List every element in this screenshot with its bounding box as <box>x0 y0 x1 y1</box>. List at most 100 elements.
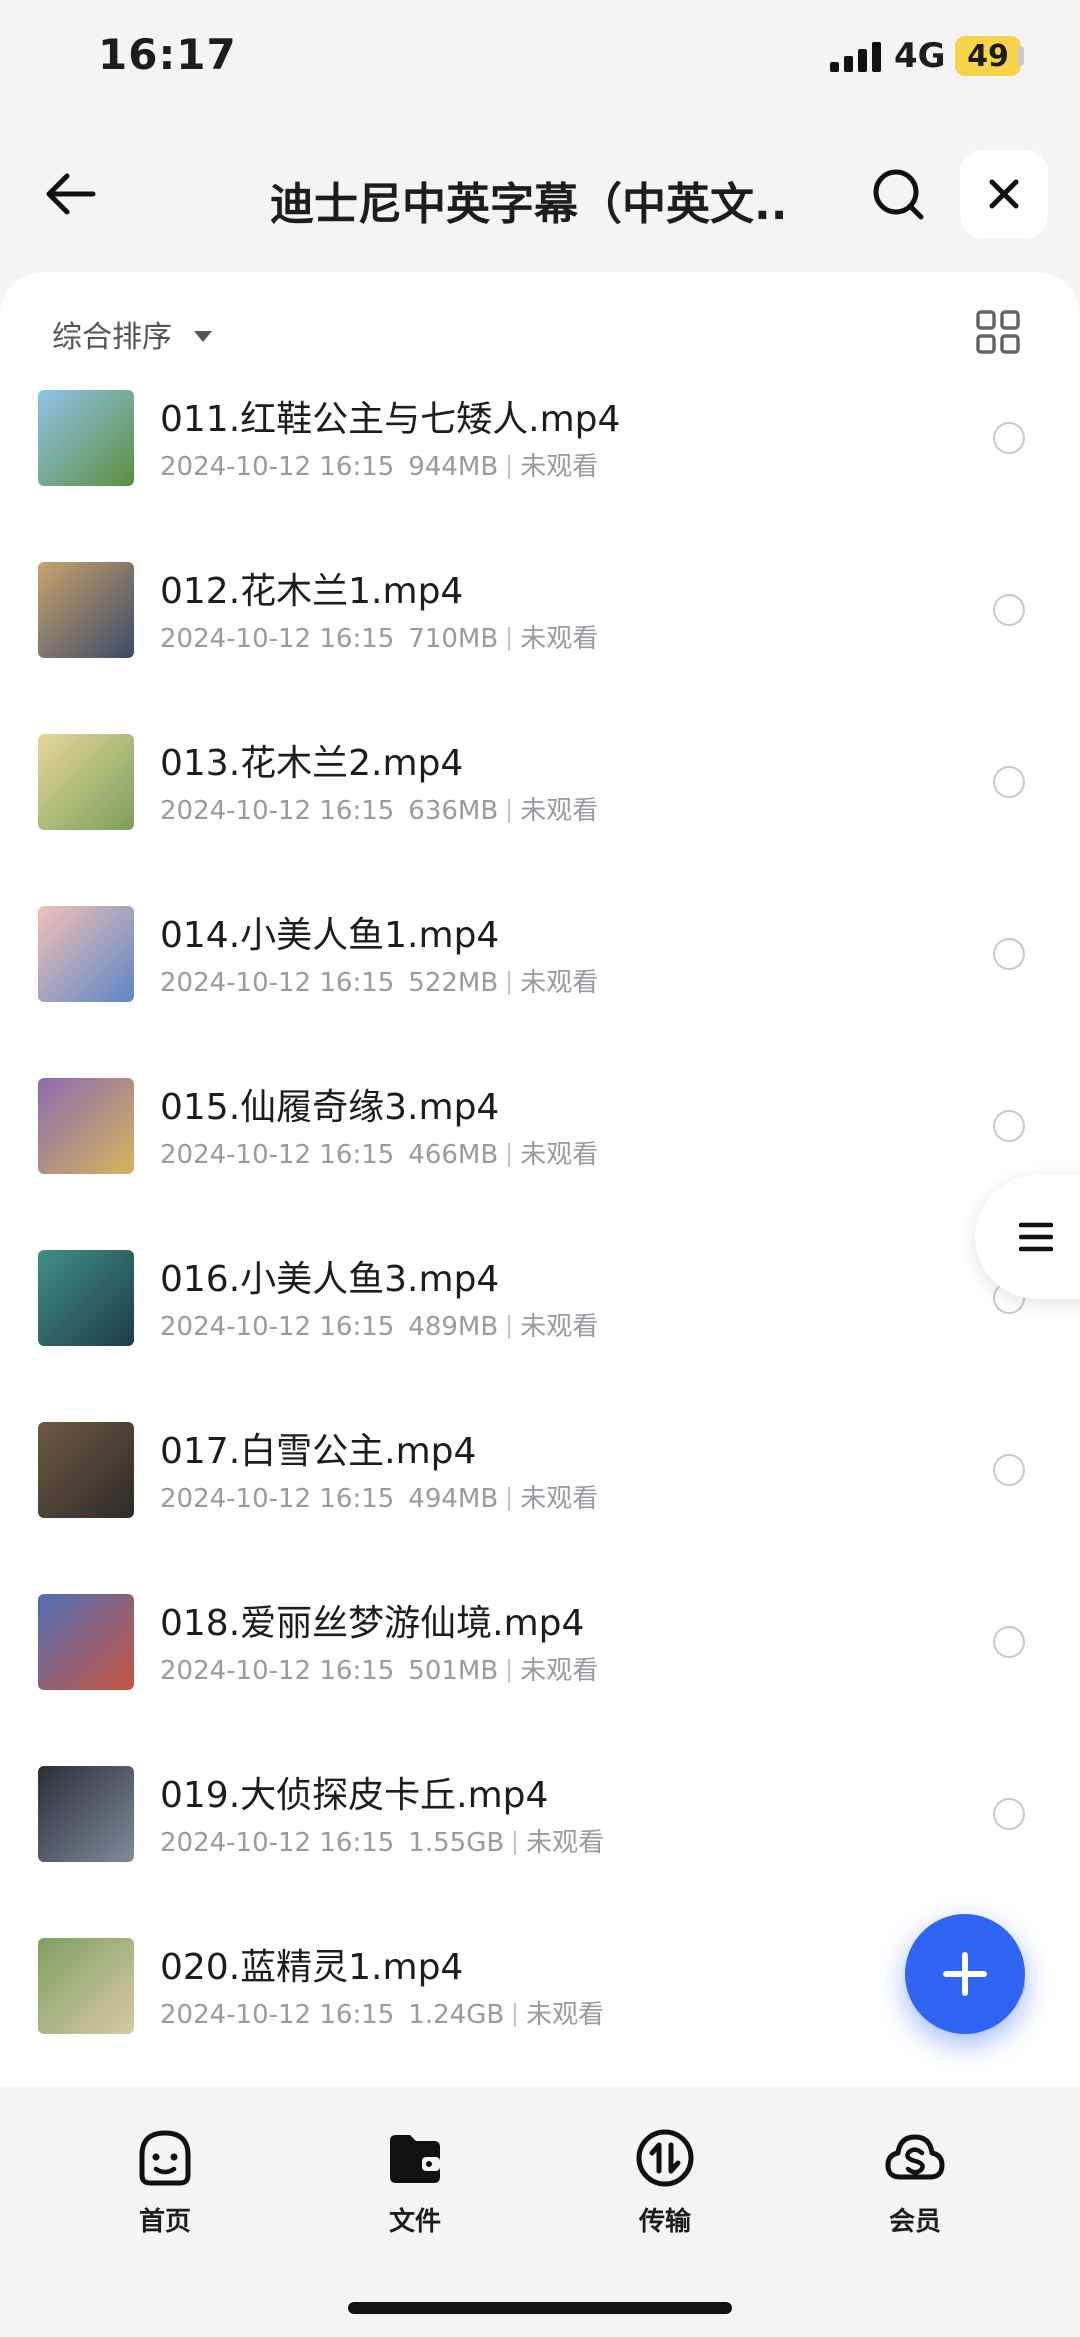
plus-icon <box>943 1952 987 1996</box>
nav-label-home: 首页 <box>138 2207 191 2237</box>
meta-divider <box>508 1487 511 1511</box>
page-title: 迪士尼中英字幕（中英文... <box>270 179 790 230</box>
meta-divider <box>508 799 511 823</box>
video-thumbnail <box>38 390 134 486</box>
file-row[interactable]: 018.爱丽丝梦游仙境.mp4 2024-10-12 16:15 501MB 未观看 <box>0 1594 1080 1766</box>
status-bar: 16:17 4G 49 <box>0 0 1080 120</box>
file-date: 2024-10-12 16:15 <box>160 1484 395 1514</box>
nav-item-home[interactable]: 首页 <box>95 2125 235 2238</box>
file-name: 020.蓝精灵1.mp4 <box>160 1947 464 1988</box>
sort-dropdown[interactable]: 综合排序 <box>52 312 212 356</box>
search-button[interactable] <box>866 162 930 226</box>
file-name: 012.花木兰1.mp4 <box>160 571 464 612</box>
select-radio[interactable] <box>993 594 1025 626</box>
file-date: 2024-10-12 16:15 <box>160 452 395 482</box>
watch-status: 未观看 <box>520 1140 599 1170</box>
file-row[interactable]: 013.花木兰2.mp4 2024-10-12 16:15 636MB 未观看 <box>0 734 1080 906</box>
nav-label-vip: 会员 <box>888 2207 941 2237</box>
file-meta: 2024-10-12 16:15 1.24GB 未观看 <box>160 1994 604 2031</box>
watch-status: 未观看 <box>520 624 599 654</box>
file-size: 944MB <box>408 452 499 482</box>
video-thumbnail <box>38 734 134 830</box>
cloud-vip-icon <box>885 2134 945 2180</box>
video-thumbnail <box>38 1250 134 1346</box>
file-meta: 2024-10-12 16:15 522MB 未观看 <box>160 962 598 999</box>
signal-icon <box>830 42 881 72</box>
file-date: 2024-10-12 16:15 <box>160 624 395 654</box>
file-name: 015.仙履奇缘3.mp4 <box>160 1087 500 1128</box>
close-icon <box>989 179 1019 209</box>
file-panel: 综合排序 011.红鞋公主与七矮人.mp4 2024-10-12 16:15 944… <box>0 272 1080 2087</box>
file-row[interactable]: 012.花木兰1.mp4 2024-10-12 16:15 710MB 未观看 <box>0 562 1080 734</box>
file-name: 014.小美人鱼1.mp4 <box>160 915 500 956</box>
file-size: 501MB <box>408 1656 499 1686</box>
back-button[interactable] <box>38 162 102 226</box>
meta-divider <box>508 971 511 995</box>
file-size: 1.24GB <box>408 2000 505 2030</box>
close-button[interactable] <box>960 150 1048 238</box>
meta-divider <box>514 2003 517 2027</box>
file-row[interactable]: 019.大侦探皮卡丘.mp4 2024-10-12 16:15 1.55GB 未观看 <box>0 1766 1080 1938</box>
watch-status: 未观看 <box>520 796 599 826</box>
meta-divider <box>508 1315 511 1339</box>
add-button[interactable] <box>905 1914 1025 2034</box>
select-radio[interactable] <box>993 1110 1025 1142</box>
file-row[interactable]: 017.白雪公主.mp4 2024-10-12 16:15 494MB 未观看 <box>0 1422 1080 1594</box>
nav-item-files[interactable]: 文件 <box>345 2125 485 2238</box>
file-list: 011.红鞋公主与七矮人.mp4 2024-10-12 16:15 944MB 未观看… <box>0 390 1080 2110</box>
file-size: 494MB <box>408 1484 499 1514</box>
header: 迪士尼中英字幕（中英文... <box>0 140 1080 250</box>
watch-status: 未观看 <box>520 1484 599 1514</box>
file-size: 636MB <box>408 796 499 826</box>
video-thumbnail <box>38 562 134 658</box>
nav-label-files: 文件 <box>388 2207 441 2237</box>
file-name: 013.花木兰2.mp4 <box>160 743 464 784</box>
file-meta: 2024-10-12 16:15 494MB 未观看 <box>160 1478 598 1515</box>
grid-view-icon[interactable] <box>976 310 1020 354</box>
transfer-icon <box>636 2129 694 2187</box>
file-date: 2024-10-12 16:15 <box>160 796 395 826</box>
status-time: 16:17 <box>98 30 237 79</box>
select-radio[interactable] <box>993 1798 1025 1830</box>
file-meta: 2024-10-12 16:15 636MB 未观看 <box>160 790 598 827</box>
nav-item-transfer[interactable]: 传输 <box>595 2125 735 2238</box>
file-date: 2024-10-12 16:15 <box>160 1656 395 1686</box>
nav-label-transfer: 传输 <box>638 2207 691 2237</box>
file-name: 016.小美人鱼3.mp4 <box>160 1259 500 1300</box>
video-thumbnail <box>38 1594 134 1690</box>
video-thumbnail <box>38 906 134 1002</box>
select-radio[interactable] <box>993 422 1025 454</box>
file-date: 2024-10-12 16:15 <box>160 2000 395 2030</box>
battery-icon: 49 <box>955 36 1021 76</box>
file-row[interactable]: 016.小美人鱼3.mp4 2024-10-12 16:15 489MB 未观看 <box>0 1250 1080 1422</box>
file-row[interactable]: 015.仙履奇缘3.mp4 2024-10-12 16:15 466MB 未观看 <box>0 1078 1080 1250</box>
watch-status: 未观看 <box>526 1828 605 1858</box>
video-thumbnail <box>38 1078 134 1174</box>
search-icon <box>873 169 924 220</box>
caret-down-icon <box>194 330 212 342</box>
select-radio[interactable] <box>993 938 1025 970</box>
file-date: 2024-10-12 16:15 <box>160 1140 395 1170</box>
file-date: 2024-10-12 16:15 <box>160 1828 395 1858</box>
file-row[interactable]: 011.红鞋公主与七矮人.mp4 2024-10-12 16:15 944MB 未观看 <box>0 390 1080 562</box>
video-thumbnail <box>38 1938 134 2034</box>
select-radio[interactable] <box>993 1626 1025 1658</box>
file-row[interactable]: 014.小美人鱼1.mp4 2024-10-12 16:15 522MB 未观看 <box>0 906 1080 1078</box>
meta-divider <box>508 627 511 651</box>
file-meta: 2024-10-12 16:15 944MB 未观看 <box>160 446 598 483</box>
file-size: 489MB <box>408 1312 499 1342</box>
file-meta: 2024-10-12 16:15 501MB 未观看 <box>160 1650 598 1687</box>
file-size: 466MB <box>408 1140 499 1170</box>
select-radio[interactable] <box>993 766 1025 798</box>
select-radio[interactable] <box>993 1454 1025 1486</box>
file-name: 018.爱丽丝梦游仙境.mp4 <box>160 1603 585 1644</box>
file-name: 017.白雪公主.mp4 <box>160 1431 477 1472</box>
meta-divider <box>514 1831 517 1855</box>
file-meta: 2024-10-12 16:15 1.55GB 未观看 <box>160 1822 604 1859</box>
battery-level: 49 <box>967 38 1009 74</box>
file-size: 1.55GB <box>408 1828 505 1858</box>
watch-status: 未观看 <box>520 1312 599 1342</box>
watch-status: 未观看 <box>526 2000 605 2030</box>
video-thumbnail <box>38 1766 134 1862</box>
nav-item-vip[interactable]: 会员 <box>845 2125 985 2238</box>
